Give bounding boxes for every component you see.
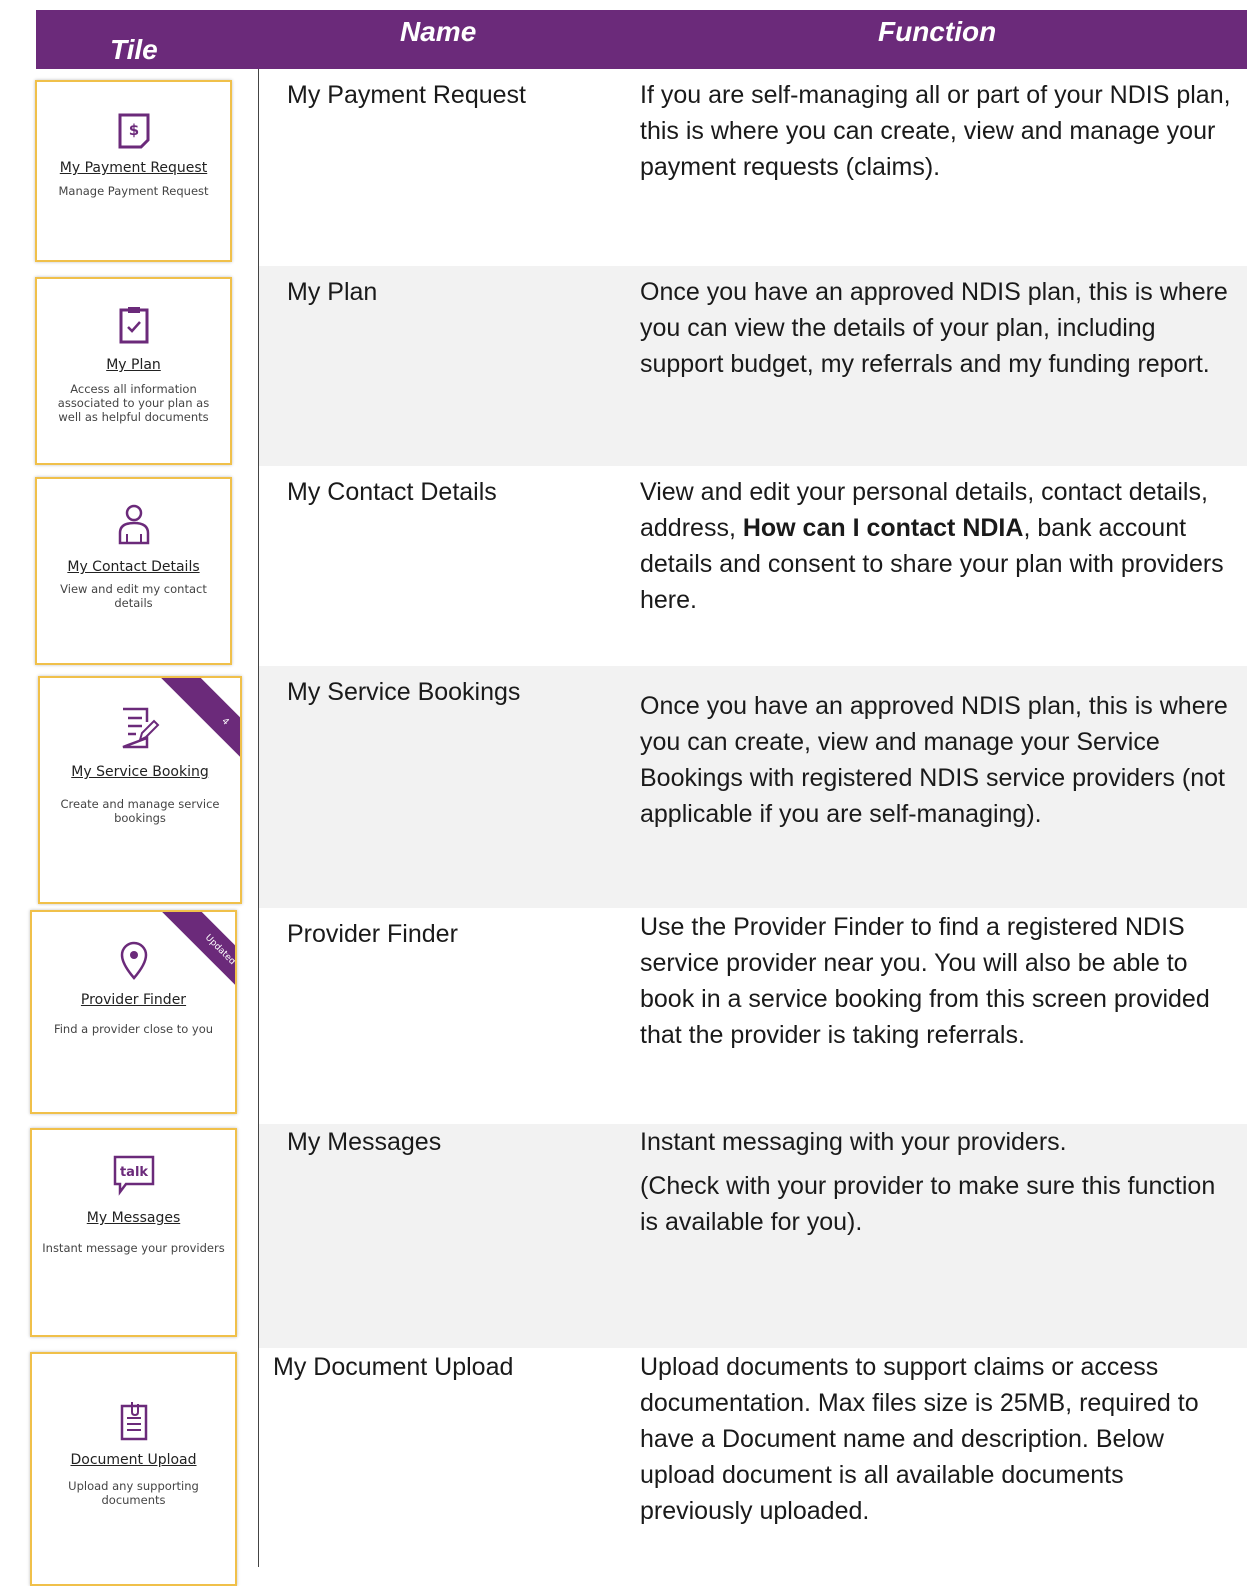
header-name: Name xyxy=(400,16,477,47)
table-row: Provider Finder Use the Provider Finder … xyxy=(0,908,1247,1124)
tile-title: Document Upload xyxy=(70,1452,197,1468)
tile-my-contact-details[interactable]: My Contact Details View and edit my cont… xyxy=(35,477,232,665)
row-name: My Service Bookings xyxy=(287,678,521,706)
row-name: My Payment Request xyxy=(287,81,526,109)
table-row: My Service Bookings Once you have an app… xyxy=(0,666,1247,908)
talk-bubble-icon: talk xyxy=(32,1154,235,1196)
header-tile: Tile xyxy=(110,34,158,65)
person-icon xyxy=(37,503,230,545)
row-name: My Document Upload xyxy=(273,1353,514,1381)
edit-document-icon xyxy=(40,706,240,750)
svg-text:talk: talk xyxy=(119,1165,147,1180)
row-function: If you are self-managing all or part of … xyxy=(640,81,1231,181)
row-name: My Plan xyxy=(287,278,378,306)
tile-title: My Messages xyxy=(86,1210,181,1226)
row-function: Upload documents to support claims or ac… xyxy=(640,1353,1199,1525)
row-function: View and edit your personal details, con… xyxy=(640,478,1224,614)
tile-title: Provider Finder xyxy=(80,992,187,1008)
tile-description: Access all information associated to you… xyxy=(57,382,210,424)
tile-title: My Payment Request xyxy=(59,160,208,176)
row-function: Use the Provider Finder to find a regist… xyxy=(640,913,1210,1049)
tile-description: Find a provider close to you xyxy=(53,1022,214,1036)
row-function: Once you have an approved NDIS plan, thi… xyxy=(640,278,1228,378)
tile-my-messages[interactable]: talk My Messages Instant message your pr… xyxy=(30,1128,237,1337)
header-function: Function xyxy=(878,16,997,47)
table-row: My Payment Request If you are self-manag… xyxy=(0,69,1247,266)
table-header: Tile Name Function xyxy=(36,10,1247,69)
tile-description: Manage Payment Request xyxy=(58,184,209,198)
table-row: My Plan Once you have an approved NDIS p… xyxy=(0,266,1247,466)
table-row: My Document Upload Upload documents to s… xyxy=(0,1348,1247,1586)
payment-document-icon: $ xyxy=(37,112,230,150)
tile-description: View and edit my contact details xyxy=(60,582,207,610)
tile-my-service-booking[interactable]: 4 My Service Booking Create and manage s… xyxy=(38,676,242,904)
tile-description: Upload any supporting documents xyxy=(68,1479,199,1507)
tile-my-payment-request[interactable]: $ My Payment Request Manage Payment Requ… xyxy=(35,80,232,262)
table-row: My Messages Instant messaging with your … xyxy=(0,1124,1247,1348)
row-name: Provider Finder xyxy=(287,920,458,948)
tile-provider-finder[interactable]: Updated Provider Finder Find a provider … xyxy=(30,910,237,1114)
row-function: Instant messaging with your providers. (… xyxy=(640,1128,1216,1236)
table-row: My Contact Details View and edit your pe… xyxy=(0,466,1247,666)
location-pin-icon xyxy=(32,940,235,980)
row-name: My Messages xyxy=(287,1128,442,1156)
row-function: Once you have an approved NDIS plan, thi… xyxy=(640,692,1228,828)
row-name: My Contact Details xyxy=(287,478,497,506)
tile-description: Create and manage service bookings xyxy=(60,797,220,825)
tile-my-plan[interactable]: My Plan Access all information associate… xyxy=(35,277,232,465)
column-divider xyxy=(258,69,259,1567)
document-clip-icon xyxy=(32,1400,235,1442)
svg-text:$: $ xyxy=(128,121,138,139)
tile-title: My Plan xyxy=(106,357,161,373)
tile-title: My Contact Details xyxy=(67,559,200,575)
clipboard-check-icon xyxy=(37,305,230,345)
tile-title: My Service Booking xyxy=(71,764,209,780)
tile-document-upload[interactable]: Document Upload Upload any supporting do… xyxy=(30,1352,237,1586)
tile-description: Instant message your providers xyxy=(42,1241,225,1255)
